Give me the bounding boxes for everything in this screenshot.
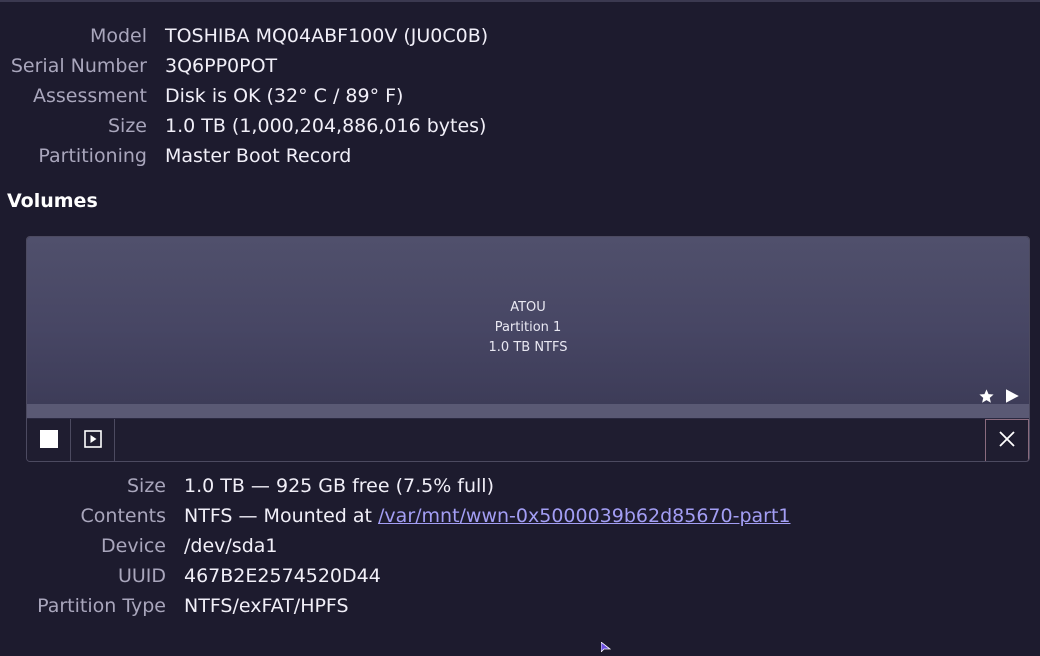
serial-value: 3Q6PP0POT xyxy=(165,55,278,77)
uuid-value: 467B2E2574520D44 xyxy=(184,565,381,587)
partition-properties: Size 1.0 TB — 925 GB free (7.5% full) Co… xyxy=(0,471,791,621)
model-row: Model TOSHIBA MQ04ABF100V (JU0C0B) xyxy=(0,21,488,51)
contents-label: Contents xyxy=(80,505,166,527)
assessment-row: Assessment Disk is OK (32° C / 89° F) xyxy=(0,81,488,111)
volume-partition: Partition 1 xyxy=(494,320,562,335)
serial-row: Serial Number 3Q6PP0POT xyxy=(0,51,488,81)
size-row: Size 1.0 TB (1,000,204,886,016 bytes) xyxy=(0,111,488,141)
contents-row: Contents NTFS — Mounted at /var/mnt/wwn-… xyxy=(0,501,791,531)
volume-block-partition-1[interactable]: ATOU Partition 1 1.0 TB NTFS xyxy=(27,237,1029,404)
serial-label: Serial Number xyxy=(10,55,147,77)
delete-partition-button[interactable] xyxy=(985,419,1029,461)
size-label: Size xyxy=(107,115,147,137)
volume-usage-bar xyxy=(27,404,1029,418)
uuid-label: UUID xyxy=(117,565,166,587)
volume-map: ATOU Partition 1 1.0 TB NTFS xyxy=(26,236,1030,462)
model-value: TOSHIBA MQ04ABF100V (JU0C0B) xyxy=(165,25,489,47)
mount-button[interactable] xyxy=(71,419,115,461)
uuid-row: UUID 467B2E2574520D44 xyxy=(0,561,791,591)
partition-type-label: Partition Type xyxy=(37,595,166,617)
device-label: Device xyxy=(101,535,166,557)
contents-prefix: NTFS — Mounted at xyxy=(184,505,379,527)
device-value: /dev/sda1 xyxy=(184,535,278,557)
partition-size-value: 1.0 TB — 925 GB free (7.5% full) xyxy=(184,475,495,497)
stop-icon xyxy=(39,429,58,452)
volume-block-label: ATOU Partition 1 1.0 TB NTFS xyxy=(27,298,1029,358)
assessment-label: Assessment xyxy=(33,85,147,107)
partitioning-value: Master Boot Record xyxy=(165,145,352,167)
unmount-button[interactable] xyxy=(27,419,71,461)
model-label: Model xyxy=(89,25,147,47)
volume-name: ATOU xyxy=(510,300,546,315)
disk-properties: Model TOSHIBA MQ04ABF100V (JU0C0B) Seria… xyxy=(0,21,488,171)
close-icon xyxy=(998,430,1016,452)
partition-type-value: NTFS/exFAT/HPFS xyxy=(184,595,349,617)
contents-value: NTFS — Mounted at /var/mnt/wwn-0x5000039… xyxy=(166,501,791,531)
partitioning-label: Partitioning xyxy=(38,145,147,167)
partition-size-label: Size xyxy=(126,475,166,497)
mount-play-icon xyxy=(83,429,102,452)
volume-summary: 1.0 TB NTFS xyxy=(488,340,568,355)
assessment-value: Disk is OK (32° C / 89° F) xyxy=(165,85,404,107)
device-row: Device /dev/sda1 xyxy=(0,531,791,561)
partitioning-row: Partitioning Master Boot Record xyxy=(0,141,488,171)
size-value: 1.0 TB (1,000,204,886,016 bytes) xyxy=(165,115,487,137)
mount-path-link[interactable]: /var/mnt/wwn-0x5000039b62d85670-part1 xyxy=(378,505,790,527)
volumes-heading: Volumes xyxy=(7,190,98,212)
volume-toolbar xyxy=(27,418,1029,461)
partition-type-row: Partition Type NTFS/exFAT/HPFS xyxy=(0,591,791,621)
partition-size-row: Size 1.0 TB — 925 GB free (7.5% full) xyxy=(0,471,791,501)
top-separator xyxy=(0,0,1040,2)
